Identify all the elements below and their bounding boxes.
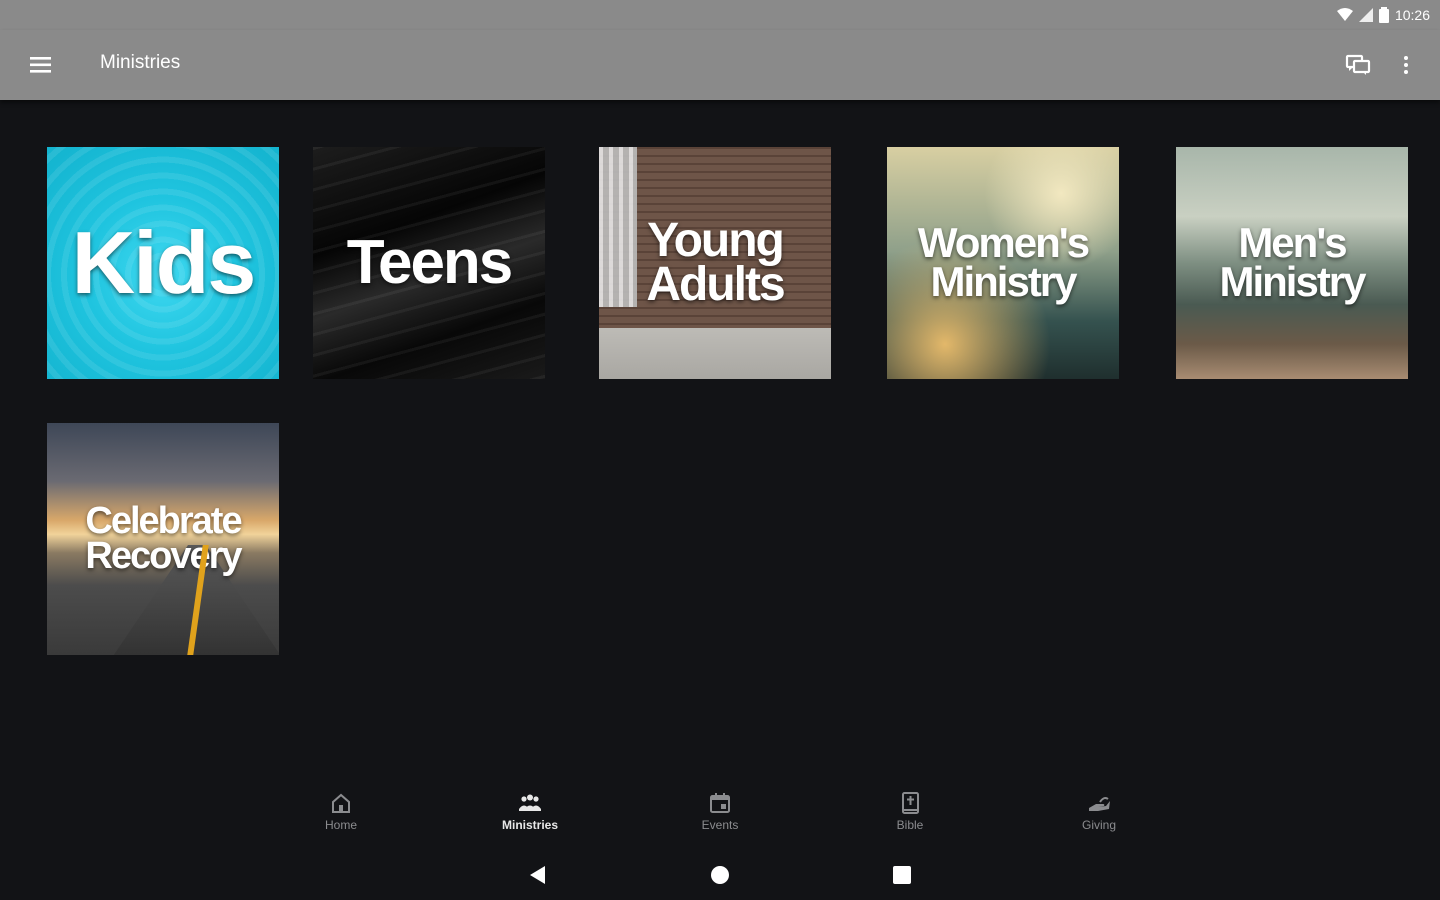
- ministry-tile-mens-ministry[interactable]: Men's Ministry: [1176, 147, 1408, 379]
- ministry-label-line: Ministry: [1219, 258, 1366, 305]
- nav-item-label: Ministries: [501, 818, 558, 832]
- bottom-navigation: Home Ministries Events Bible Giving: [0, 780, 1440, 840]
- system-home-button[interactable]: [707, 862, 733, 888]
- ministry-label-line: Recovery: [85, 535, 242, 577]
- nav-item-label: Events: [701, 818, 739, 832]
- hamburger-menu-icon: [30, 57, 51, 73]
- ministry-tile-young-adults[interactable]: Young Adults: [599, 147, 831, 379]
- more-vertical-icon: [1404, 56, 1408, 74]
- nav-item-label: Giving: [1081, 818, 1116, 832]
- ministry-tile-label: Women's Ministry: [918, 222, 1090, 305]
- page-title: Ministries: [100, 52, 181, 73]
- more-options-button[interactable]: [1394, 50, 1418, 80]
- nav-item-giving[interactable]: Giving: [1054, 790, 1144, 840]
- status-icons: 10:26: [1336, 6, 1430, 24]
- calendar-icon: [710, 793, 730, 813]
- people-icon: [519, 794, 541, 811]
- status-time: 10:26: [1394, 7, 1430, 23]
- system-back-button[interactable]: [525, 862, 551, 888]
- chat-icon: [1345, 54, 1371, 75]
- status-bar: 10:26: [0, 0, 1440, 30]
- app-bar: Ministries: [0, 30, 1440, 100]
- ministry-tile-label: Men's Ministry: [1219, 222, 1366, 305]
- ministry-tile-teens[interactable]: Teens: [313, 147, 545, 379]
- battery-icon: [1378, 7, 1389, 23]
- ministry-label-line: Young: [647, 213, 785, 267]
- ministry-tile-womens-ministry[interactable]: Women's Ministry: [887, 147, 1119, 379]
- ministry-label-line: Celebrate: [85, 500, 242, 543]
- home-circle-icon: [711, 866, 729, 884]
- nav-item-events[interactable]: Events: [675, 790, 765, 840]
- ministry-tile-label: Celebrate Recovery: [85, 500, 242, 577]
- ministry-tile-label: Teens: [347, 232, 514, 294]
- system-navigation-bar: [0, 850, 1440, 900]
- recents-icon: [893, 866, 911, 884]
- ministry-label-line: Teens: [346, 228, 514, 298]
- home-icon: [332, 793, 350, 813]
- ministry-tile-kids[interactable]: Kids: [47, 147, 279, 379]
- ministry-label-line: Kids: [71, 212, 257, 312]
- nav-item-label: Home: [324, 818, 357, 832]
- chat-button[interactable]: [1342, 50, 1374, 80]
- nav-item-ministries[interactable]: Ministries: [485, 790, 575, 840]
- nav-item-label: Bible: [896, 818, 924, 832]
- ministry-tile-celebrate-recovery[interactable]: Celebrate Recovery: [47, 423, 279, 655]
- nav-item-home[interactable]: Home: [296, 790, 386, 840]
- bible-icon: [902, 792, 919, 814]
- system-recents-button[interactable]: [889, 862, 915, 888]
- ministry-label-line: Ministry: [930, 258, 1077, 305]
- wifi-icon: [1336, 8, 1353, 21]
- ministry-tile-label: Young Adults: [646, 213, 785, 311]
- back-icon: [530, 866, 545, 884]
- ministry-tile-label: Kids: [72, 218, 257, 306]
- signal-icon: [1358, 8, 1373, 22]
- ministry-label-line: Adults: [646, 258, 785, 311]
- menu-button[interactable]: [24, 51, 58, 79]
- giving-hand-icon: [1089, 797, 1110, 811]
- nav-item-bible[interactable]: Bible: [865, 790, 955, 840]
